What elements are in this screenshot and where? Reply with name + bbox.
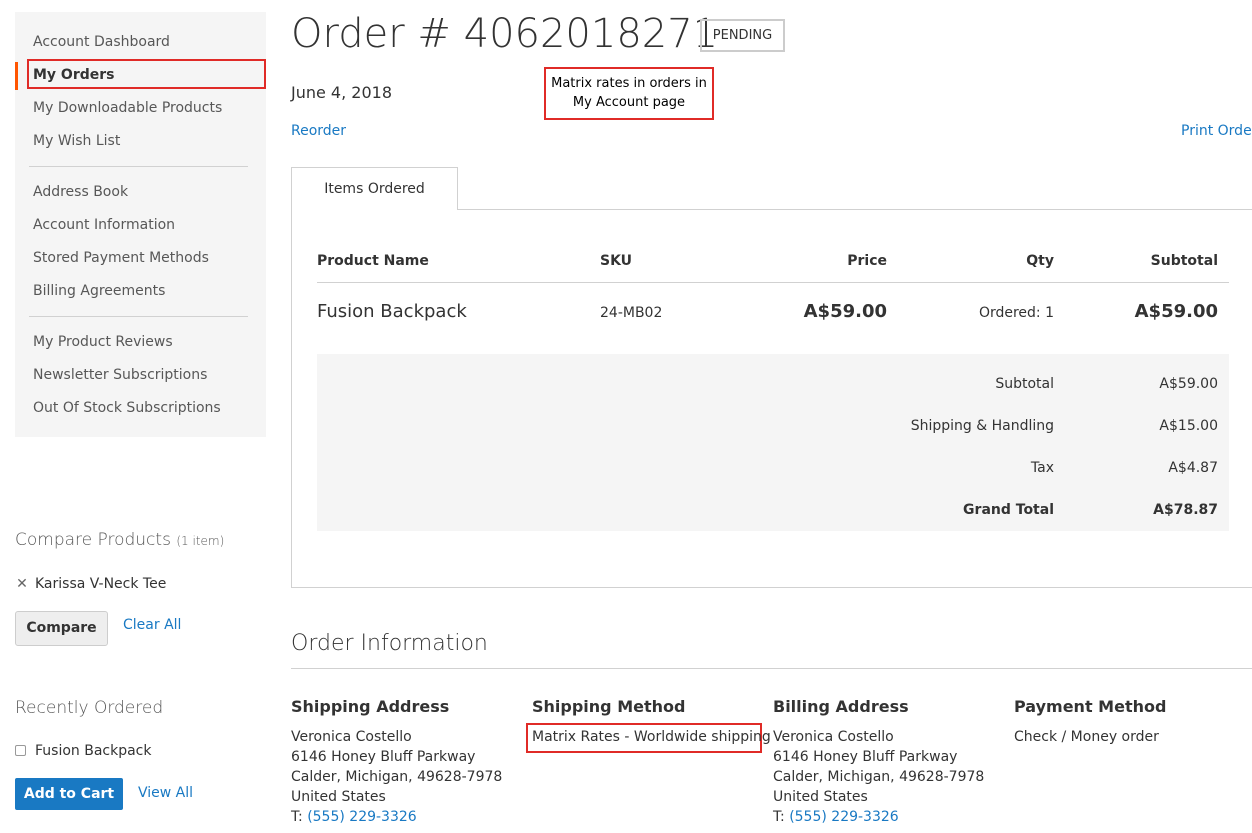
col-header-qty: Qty xyxy=(1026,253,1054,269)
totals-shipping-label: Shipping & Handling xyxy=(910,418,1054,434)
shipping-phone-link[interactable]: (555) 229-3326 xyxy=(307,809,417,825)
totals-grand-total-label: Grand Total xyxy=(963,502,1054,518)
shipping-address-title: Shipping Address xyxy=(291,697,450,716)
my-orders-highlight-box xyxy=(27,59,266,89)
item-subtotal: A$59.00 xyxy=(1134,301,1218,322)
page-title: Order # 4062018271 xyxy=(291,11,719,57)
payment-method-value: Check / Money order xyxy=(1014,729,1159,745)
nav-account-information[interactable]: Account Information xyxy=(33,213,175,237)
compare-count: (1 item) xyxy=(176,534,225,548)
payment-method-title: Payment Method xyxy=(1014,697,1167,716)
print-order-link[interactable]: Print Order xyxy=(1181,123,1252,139)
billing-address-title: Billing Address xyxy=(773,697,909,716)
account-nav: Account Dashboard My Orders My Downloada… xyxy=(15,12,266,437)
totals-tax-value: A$4.87 xyxy=(1168,460,1218,476)
billing-address-line: Calder, Michigan, 49628-7978 xyxy=(773,769,985,785)
add-to-cart-button[interactable]: Add to Cart xyxy=(15,778,123,810)
col-header-sku: SKU xyxy=(600,253,633,269)
totals-subtotal-value: A$59.00 xyxy=(1159,376,1218,392)
phone-prefix: T: xyxy=(291,809,303,825)
annotation-callout: Matrix rates in orders in My Account pag… xyxy=(544,67,714,120)
nav-my-product-reviews[interactable]: My Product Reviews xyxy=(33,330,173,354)
item-sku: 24-MB02 xyxy=(600,305,663,321)
shipping-address-line: 6146 Honey Bluff Parkway xyxy=(291,749,476,765)
recent-item-checkbox[interactable] xyxy=(15,744,26,756)
shipping-method-value: Matrix Rates - Worldwide shipping xyxy=(532,729,771,745)
item-product-name: Fusion Backpack xyxy=(317,301,467,322)
order-information-title: Order Information xyxy=(291,631,488,656)
tab-items-ordered[interactable]: Items Ordered xyxy=(291,167,458,210)
totals-subtotal-label: Subtotal xyxy=(995,376,1054,392)
table-header-rule xyxy=(317,282,1229,283)
nav-my-wish-list[interactable]: My Wish List xyxy=(33,129,120,153)
billing-phone-link[interactable]: (555) 229-3326 xyxy=(789,809,899,825)
billing-address-phone: T: (555) 229-3326 xyxy=(773,807,899,827)
reorder-link[interactable]: Reorder xyxy=(291,123,346,139)
status-badge: PENDING xyxy=(700,19,785,52)
nav-my-downloadable-products[interactable]: My Downloadable Products xyxy=(33,96,222,120)
order-information-rule xyxy=(291,668,1252,669)
item-qty: Ordered: 1 xyxy=(978,305,1054,321)
item-price: A$59.00 xyxy=(803,301,887,322)
compare-products-title: Compare Products (1 item) xyxy=(15,530,224,550)
nav-billing-agreements[interactable]: Billing Agreements xyxy=(33,279,165,303)
phone-prefix: T: xyxy=(773,809,785,825)
totals-shipping-value: A$15.00 xyxy=(1159,418,1218,434)
billing-address-line: Veronica Costello xyxy=(773,729,894,745)
order-totals xyxy=(317,354,1229,531)
shipping-address-line: Veronica Costello xyxy=(291,729,412,745)
totals-grand-total-value: A$78.87 xyxy=(1153,502,1218,518)
billing-address-line: 6146 Honey Bluff Parkway xyxy=(773,749,958,765)
nav-account-dashboard[interactable]: Account Dashboard xyxy=(33,30,170,54)
active-nav-marker xyxy=(15,62,18,90)
col-header-product-name: Product Name xyxy=(317,253,429,269)
nav-divider xyxy=(29,316,248,317)
shipping-address-line: United States xyxy=(291,789,386,805)
nav-newsletter-subscriptions[interactable]: Newsletter Subscriptions xyxy=(33,363,207,387)
compare-title-text: Compare Products xyxy=(15,530,171,550)
nav-divider xyxy=(29,166,248,167)
nav-address-book[interactable]: Address Book xyxy=(33,180,128,204)
close-icon[interactable]: ✕ xyxy=(15,574,29,594)
billing-address-line: United States xyxy=(773,789,868,805)
compare-item: ✕ Karissa V-Neck Tee xyxy=(15,574,166,594)
order-date: June 4, 2018 xyxy=(291,83,392,102)
recent-item: Fusion Backpack xyxy=(15,741,152,761)
compare-button[interactable]: Compare xyxy=(15,611,108,646)
clear-all-link[interactable]: Clear All xyxy=(123,617,181,633)
nav-out-of-stock-subscriptions[interactable]: Out Of Stock Subscriptions xyxy=(33,396,221,420)
nav-stored-payment-methods[interactable]: Stored Payment Methods xyxy=(33,246,209,270)
recently-ordered-title: Recently Ordered xyxy=(15,698,164,718)
col-header-subtotal: Subtotal xyxy=(1150,253,1218,269)
totals-tax-label: Tax xyxy=(1030,460,1054,476)
recent-item-name[interactable]: Fusion Backpack xyxy=(35,743,152,759)
compare-item-name[interactable]: Karissa V-Neck Tee xyxy=(35,576,166,592)
shipping-address-line: Calder, Michigan, 49628-7978 xyxy=(291,769,503,785)
shipping-method-title: Shipping Method xyxy=(532,697,686,716)
shipping-address-phone: T: (555) 229-3326 xyxy=(291,807,417,827)
col-header-price: Price xyxy=(847,253,887,269)
view-all-link[interactable]: View All xyxy=(138,785,193,801)
